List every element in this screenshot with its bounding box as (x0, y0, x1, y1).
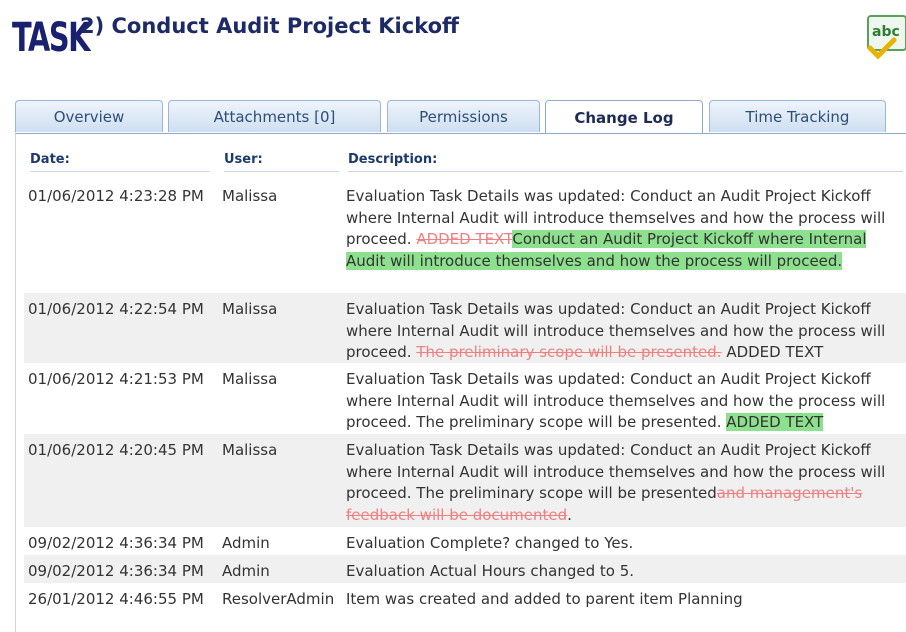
row-description: Item was created and added to parent ite… (346, 590, 743, 608)
row-date: 09/02/2012 4:36:34 PM (28, 534, 204, 552)
tab-change-log[interactable]: Change Log (545, 100, 703, 134)
row-date: 01/06/2012 4:23:28 PM (28, 187, 204, 205)
table-row: 09/02/2012 4:36:34 PM Admin Evaluation A… (24, 555, 906, 583)
row-user: Admin (222, 562, 270, 580)
tab-permissions[interactable]: Permissions (387, 100, 540, 132)
table-row: 01/06/2012 4:22:54 PM Malissa Evaluation… (24, 293, 906, 363)
spellcheck-icon[interactable]: abc (866, 14, 906, 60)
column-header-date[interactable]: Date: (30, 152, 210, 172)
row-date: 01/06/2012 4:22:54 PM (28, 300, 204, 318)
tab-bar: Overview Attachments [0] Permissions Cha… (15, 100, 906, 134)
spellcheck-icon-text: abc (872, 24, 900, 40)
deleted-text: The preliminary scope will be presented. (416, 343, 722, 361)
table-row: 01/06/2012 4:21:53 PM Malissa Evaluation… (24, 363, 906, 434)
deleted-text: ADDED TEXT (416, 230, 513, 248)
table-row: 01/06/2012 4:20:45 PM Malissa Evaluation… (24, 434, 906, 527)
row-date: 26/01/2012 4:46:55 PM (28, 590, 204, 608)
desc-suffix: . (567, 505, 572, 524)
row-description: Evaluation Task Details was updated: Con… (346, 440, 902, 526)
row-user: Admin (222, 534, 270, 552)
row-user: ResolverAdmin (222, 590, 335, 608)
page-title: 2) Conduct Audit Project Kickoff (80, 14, 460, 38)
header: TASK 2) Conduct Audit Project Kickoff ab… (0, 0, 906, 100)
added-text: ADDED TEXT (726, 413, 824, 431)
table-row: 26/01/2012 4:46:55 PM ResolverAdmin Item… (24, 583, 906, 611)
row-date: 01/06/2012 4:20:45 PM (28, 441, 204, 459)
row-user: Malissa (222, 441, 278, 459)
row-user: Malissa (222, 370, 278, 388)
table-row: 09/02/2012 4:36:34 PM Admin Evaluation C… (24, 527, 906, 555)
row-user: Malissa (222, 300, 278, 318)
desc-suffix: ADDED TEXT (721, 343, 824, 361)
row-description: Evaluation Actual Hours changed to 5. (346, 562, 635, 580)
table-row: 01/06/2012 4:23:28 PM Malissa Evaluation… (24, 180, 906, 293)
row-description: Evaluation Task Details was updated: Con… (346, 186, 902, 272)
column-header-user[interactable]: User: (224, 152, 339, 172)
row-date: 09/02/2012 4:36:34 PM (28, 562, 204, 580)
row-description: Evaluation Task Details was updated: Con… (346, 299, 902, 364)
column-header-description[interactable]: Description: (348, 152, 903, 172)
tab-attachments[interactable]: Attachments [0] (168, 100, 381, 132)
task-logo: TASK (12, 15, 90, 61)
tab-time-tracking[interactable]: Time Tracking (709, 100, 886, 132)
row-user: Malissa (222, 187, 278, 205)
tab-overview[interactable]: Overview (15, 100, 163, 132)
row-description: Evaluation Complete? changed to Yes. (346, 534, 634, 552)
row-description: Evaluation Task Details was updated: Con… (346, 369, 902, 434)
row-date: 01/06/2012 4:21:53 PM (28, 370, 204, 388)
